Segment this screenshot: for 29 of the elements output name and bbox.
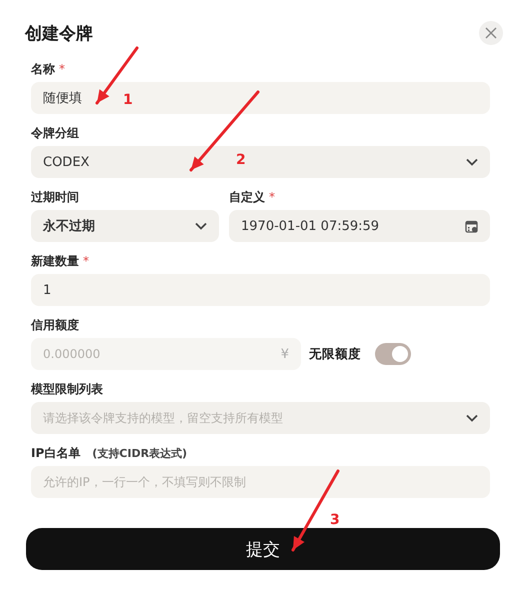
field-label: 名称	[31, 60, 55, 78]
field-label: 信用额度	[31, 316, 79, 334]
field-label: 新建数量	[31, 252, 79, 270]
annotation-arrow	[96, 46, 138, 104]
chevron-down-icon	[466, 158, 478, 166]
annotation-number: 2	[236, 152, 246, 168]
submit-button[interactable]: 提交	[26, 528, 500, 570]
chevron-down-icon	[466, 414, 478, 422]
input-field[interactable]: 1	[31, 274, 490, 306]
close-button[interactable]	[479, 21, 503, 45]
field-label: 自定义	[229, 188, 265, 206]
field-label: 过期时间	[31, 188, 79, 206]
field-label: 模型限制列表	[31, 380, 103, 398]
required-mark: *	[269, 190, 275, 204]
calendar-icon	[465, 220, 478, 232]
date-field[interactable]: 1970-01-01 07:59:59	[229, 210, 490, 242]
required-mark: *	[59, 62, 65, 76]
required-mark: *	[83, 254, 89, 268]
chevron-down-icon	[195, 222, 207, 230]
field-label: IP白名单	[31, 444, 80, 462]
annotation-number: 3	[330, 512, 340, 528]
toggle-switch[interactable]	[375, 343, 411, 365]
switch-label: 无限额度	[309, 346, 361, 362]
field-label: 令牌分组	[31, 124, 79, 142]
field-hint: (支持CIDR表达式)	[92, 446, 188, 460]
close-icon	[485, 27, 497, 39]
dialog-title: 创建令牌	[25, 22, 93, 44]
select-field[interactable]: 永不过期	[31, 210, 219, 242]
annotation-number: 1	[123, 92, 133, 108]
